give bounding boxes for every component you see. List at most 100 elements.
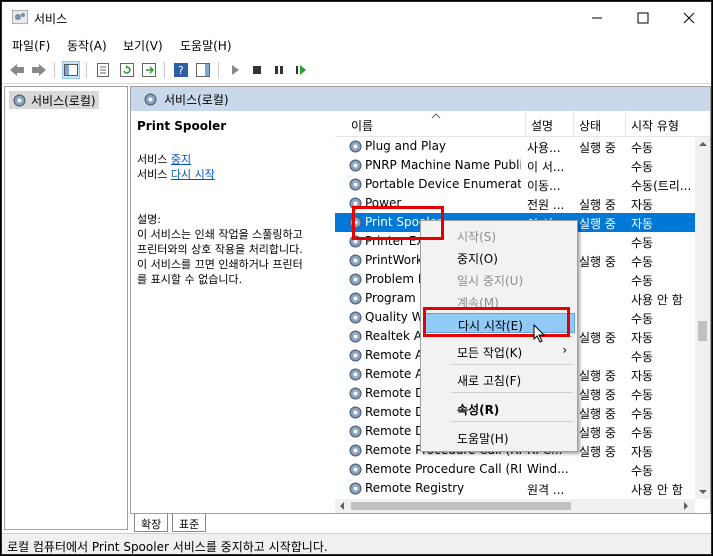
svg-text:?: ? xyxy=(178,64,184,77)
gear-icon xyxy=(349,368,362,381)
cell-startup: 수동(트리... xyxy=(631,179,691,193)
stop-prefix: 서비스 xyxy=(137,153,171,166)
cell-desc: 사용... xyxy=(527,141,561,155)
tree-node-services-local[interactable]: 서비스(로컬) xyxy=(9,91,99,109)
export-list-button[interactable] xyxy=(140,61,158,79)
ctx-all-tasks-label: 모든 작업(K) xyxy=(457,346,523,360)
menu-view[interactable]: 보기(V) xyxy=(123,37,163,54)
menu-help[interactable]: 도움말(H) xyxy=(180,37,232,54)
column-header-startup[interactable]: 시작 유형 xyxy=(631,117,679,134)
view-tabs: 확장 표준 xyxy=(130,514,711,532)
restart-prefix: 서비스 xyxy=(137,168,171,181)
cell-name: Remote Registry xyxy=(365,481,465,495)
column-header-name[interactable]: 이름 xyxy=(351,117,373,134)
submenu-arrow-icon: › xyxy=(562,343,567,357)
ctx-pause[interactable]: 일시 중지(U) xyxy=(423,269,575,289)
menu-file[interactable]: 파일(F) xyxy=(12,37,50,54)
restart-service-link[interactable]: 다시 시작 xyxy=(171,168,215,181)
stop-service-link[interactable]: 중지 xyxy=(171,153,191,166)
ctx-start[interactable]: 시작(S) xyxy=(423,225,575,245)
tab-standard[interactable]: 표준 xyxy=(172,514,207,532)
close-button[interactable] xyxy=(666,2,711,33)
highlight-box-restart xyxy=(423,307,570,337)
scroll-left-icon[interactable] xyxy=(339,502,345,510)
cell-status: 실행 중 xyxy=(579,426,616,440)
cell-startup: 수동 xyxy=(631,464,654,478)
list-header: 이름 설명 상태 시작 유형 xyxy=(335,111,710,137)
menu-separator xyxy=(451,392,573,393)
vertical-scrollbar[interactable] xyxy=(695,137,710,499)
description-line: 프린터와의 상호 작용을 처리합니다. xyxy=(137,243,303,256)
properties-toolbar-button[interactable] xyxy=(94,61,112,79)
column-divider[interactable] xyxy=(525,111,526,137)
pause-service-button[interactable] xyxy=(270,61,288,79)
start-service-button[interactable] xyxy=(226,61,244,79)
cell-startup: 수동 xyxy=(631,312,654,326)
column-header-status[interactable]: 상태 xyxy=(579,117,601,134)
gear-icon xyxy=(349,178,362,191)
ctx-refresh[interactable]: 새로 고침(F) xyxy=(423,369,575,389)
scroll-down-icon[interactable] xyxy=(699,489,707,495)
cell-name: Plug and Play xyxy=(365,139,447,153)
menu-separator xyxy=(451,364,573,365)
table-row[interactable]: Remote Procedure Call (RP... Wind... 수동 xyxy=(335,460,695,479)
table-row[interactable]: Plug and Play 사용... 실행 중 수동 xyxy=(335,137,695,156)
restart-service-line: 서비스 다시 시작 xyxy=(137,167,337,182)
maximize-button[interactable] xyxy=(620,2,666,33)
show-hide-tree-button[interactable] xyxy=(62,61,80,79)
restart-icon xyxy=(296,65,306,75)
back-button[interactable] xyxy=(8,61,26,79)
sort-ascending-icon xyxy=(431,113,441,119)
ctx-all-tasks[interactable]: 모든 작업(K) › xyxy=(423,341,575,361)
toolbar-separator xyxy=(54,62,55,78)
stop-service-button[interactable] xyxy=(248,61,266,79)
scroll-up-icon[interactable] xyxy=(699,141,707,147)
menu-action[interactable]: 동작(A) xyxy=(67,37,107,54)
toolbar: ? xyxy=(2,56,711,84)
gear-icon xyxy=(349,254,362,267)
action-pane-icon xyxy=(196,63,210,77)
column-divider[interactable] xyxy=(573,111,574,137)
gear-icon xyxy=(349,292,362,305)
cell-status: 실행 중 xyxy=(579,407,616,421)
pause-icon xyxy=(275,66,283,74)
vertical-scroll-thumb[interactable] xyxy=(698,321,707,341)
gear-icon xyxy=(144,93,157,105)
cell-desc: Wind... xyxy=(527,462,569,476)
horizontal-scrollbar[interactable] xyxy=(335,499,695,513)
table-row[interactable]: PNRP Machine Name Publi... 이 서... 수동 xyxy=(335,156,695,175)
gear-icon xyxy=(349,159,362,172)
back-arrow-icon xyxy=(10,64,24,76)
column-divider[interactable] xyxy=(625,111,626,137)
tree-node-label: 서비스(로컬) xyxy=(31,93,96,108)
description-line: 를 표시할 수 없습니다. xyxy=(137,273,243,286)
restart-service-button[interactable] xyxy=(292,61,310,79)
forward-button[interactable] xyxy=(30,61,48,79)
show-action-pane-button[interactable] xyxy=(194,61,212,79)
ctx-properties[interactable]: 속성(R) xyxy=(423,398,575,418)
mouse-cursor-icon xyxy=(533,324,546,343)
tab-extended[interactable]: 확장 xyxy=(134,514,169,532)
toolbar-separator xyxy=(218,62,219,78)
highlight-box-print-spooler xyxy=(352,206,444,240)
table-row[interactable]: Portable Device Enumerato... 이동... 수동(트리..… xyxy=(335,175,695,194)
gear-icon xyxy=(349,140,362,153)
refresh-toolbar-button[interactable] xyxy=(118,61,136,79)
table-row[interactable]: Remote Registry 원격 ... 사용 안 함 xyxy=(335,479,695,498)
column-header-desc[interactable]: 설명 xyxy=(531,117,553,134)
cell-startup: 수동 xyxy=(631,407,654,421)
horizontal-scroll-thumb[interactable] xyxy=(351,502,571,510)
ctx-stop[interactable]: 중지(O) xyxy=(423,247,575,267)
scroll-right-icon[interactable] xyxy=(683,502,689,510)
cell-status: 실행 중 xyxy=(579,255,616,269)
properties-icon xyxy=(97,63,109,77)
minimize-icon xyxy=(592,17,602,18)
gear-icon xyxy=(349,482,362,495)
minimize-button[interactable] xyxy=(574,2,620,33)
help-icon: ? xyxy=(174,63,188,77)
help-toolbar-button[interactable]: ? xyxy=(172,61,190,79)
cell-startup: 사용 안 함 xyxy=(631,293,683,307)
toolbar-separator xyxy=(86,62,87,78)
description-line: 이 서비스는 인쇄 작업을 스풀링하고 xyxy=(137,228,303,241)
ctx-help[interactable]: 도움말(H) xyxy=(423,427,575,447)
